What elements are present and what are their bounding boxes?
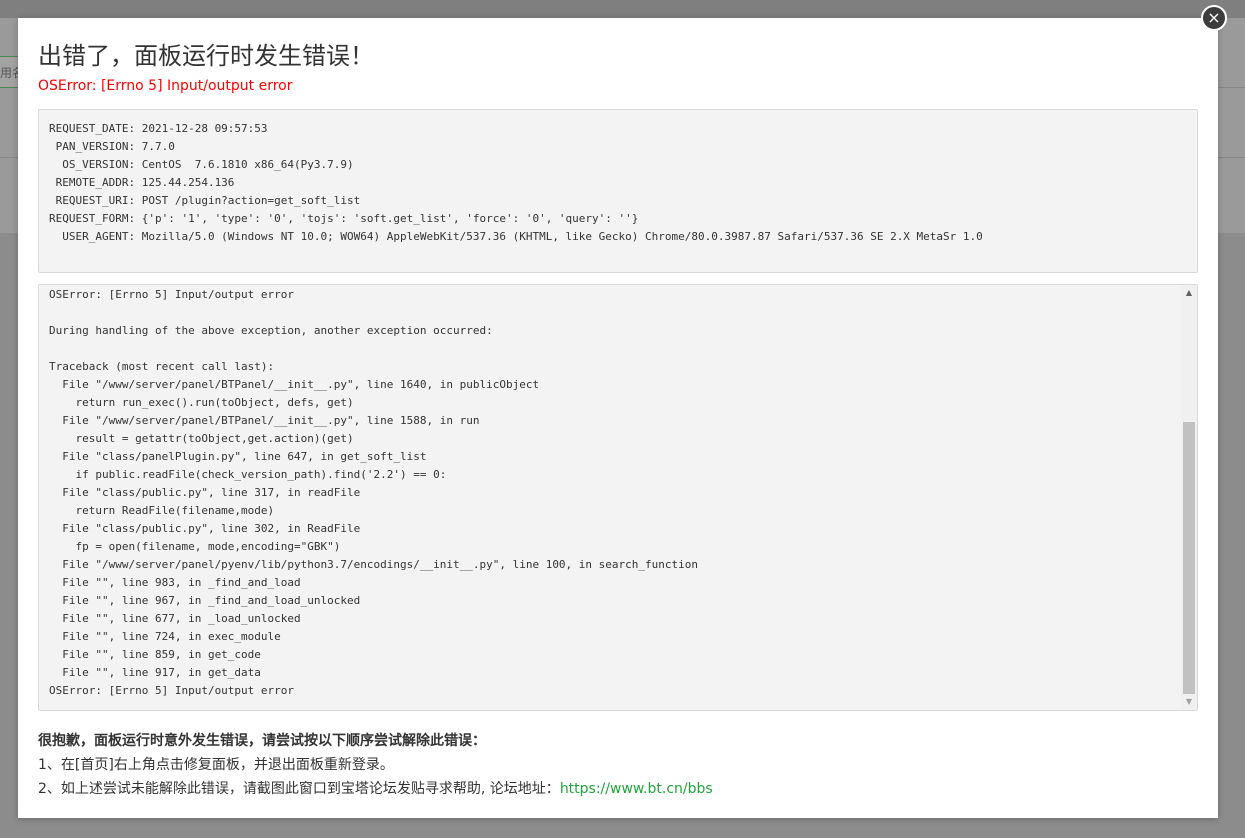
traceback-line: File "/www/server/panel/BTPanel/__init__… bbox=[49, 378, 540, 391]
request-info-box: REQUEST_DATE: 2021-12-28 09:57:53 PAN_VE… bbox=[38, 109, 1198, 273]
traceback-text: OSError: [Errno 5] Input/output error Du… bbox=[49, 286, 698, 700]
help-step-2-text: 2、如上述尝试未能解除此错误，请截图此窗口到宝塔论坛发贴寻求帮助, 论坛地址： bbox=[38, 781, 560, 797]
error-summary: OSError: [Errno 5] Input/output error bbox=[38, 78, 293, 94]
traceback-line: File "", line 859, in get_code bbox=[49, 648, 261, 661]
help-step-2: 2、如上述尝试未能解除此错误，请截图此窗口到宝塔论坛发贴寻求帮助, 论坛地址：h… bbox=[38, 777, 1198, 801]
help-title: 很抱歉，面板运行时意外发生错误，请尝试按以下顺序尝试解除此错误： bbox=[38, 733, 486, 749]
request-info-line: USER_AGENT: Mozilla/5.0 (Windows NT 10.0… bbox=[49, 230, 983, 243]
request-info-line: REQUEST_URI: POST /plugin?action=get_sof… bbox=[49, 194, 361, 207]
traceback-line bbox=[49, 340, 698, 358]
traceback-line: File "class/public.py", line 317, in rea… bbox=[49, 486, 361, 499]
traceback-line: Traceback (most recent call last): bbox=[49, 360, 275, 373]
traceback-line: OSError: [Errno 5] Input/output error bbox=[49, 684, 295, 697]
traceback-line: if public.readFile(check_version_path).f… bbox=[49, 468, 447, 481]
help-section: 很抱歉，面板运行时意外发生错误，请尝试按以下顺序尝试解除此错误： 1、在[首页]… bbox=[38, 729, 1198, 801]
request-info-line: REMOTE_ADDR: 125.44.254.136 bbox=[49, 176, 235, 189]
traceback-line: OSError: [Errno 5] Input/output error bbox=[49, 288, 295, 301]
traceback-line: return run_exec().run(toObject, defs, ge… bbox=[49, 396, 354, 409]
close-icon[interactable]: × bbox=[1201, 5, 1227, 31]
help-step-1: 1、在[首页]右上角点击修复面板，并退出面板重新登录。 bbox=[38, 757, 394, 773]
traceback-line: File "", line 967, in _find_and_load_unl… bbox=[49, 594, 361, 607]
background-top-bar bbox=[0, 0, 1245, 18]
forum-link[interactable]: https://www.bt.cn/bbs bbox=[560, 781, 713, 797]
scroll-up-arrow-icon[interactable]: ▲ bbox=[1181, 285, 1197, 301]
request-info-text: REQUEST_DATE: 2021-12-28 09:57:53 PAN_VE… bbox=[49, 120, 1187, 246]
traceback-scrollbar[interactable]: ▲ ▼ bbox=[1181, 285, 1197, 710]
traceback-line: File "class/panelPlugin.py", line 647, i… bbox=[49, 450, 427, 463]
traceback-line: File "/www/server/panel/pyenv/lib/python… bbox=[49, 558, 699, 571]
traceback-line: File "/www/server/panel/BTPanel/__init__… bbox=[49, 414, 480, 427]
request-info-line: OS_VERSION: CentOS 7.6.1810 x86_64(Py3.7… bbox=[49, 158, 354, 171]
traceback-line: File "", line 917, in get_data bbox=[49, 666, 261, 679]
scroll-down-arrow-icon[interactable]: ▼ bbox=[1181, 694, 1197, 710]
traceback-box[interactable]: OSError: [Errno 5] Input/output error Du… bbox=[38, 284, 1198, 711]
request-info-line: PAN_VERSION: 7.7.0 bbox=[49, 140, 175, 153]
traceback-line: File "", line 983, in _find_and_load bbox=[49, 576, 301, 589]
request-info-line: REQUEST_DATE: 2021-12-28 09:57:53 bbox=[49, 122, 268, 135]
traceback-line: fp = open(filename, mode,encoding="GBK") bbox=[49, 540, 341, 553]
traceback-line: File "class/public.py", line 302, in Rea… bbox=[49, 522, 361, 535]
traceback-line bbox=[49, 304, 698, 322]
traceback-line: return ReadFile(filename,mode) bbox=[49, 504, 275, 517]
traceback-line: During handling of the above exception, … bbox=[49, 324, 493, 337]
traceback-line: File "", line 677, in _load_unlocked bbox=[49, 612, 301, 625]
traceback-line: File "", line 724, in exec_module bbox=[49, 630, 281, 643]
modal-title: 出错了，面板运行时发生错误！ bbox=[38, 42, 374, 70]
error-modal: 出错了，面板运行时发生错误！ OSError: [Errno 5] Input/… bbox=[18, 18, 1218, 818]
traceback-line: result = getattr(toObject,get.action)(ge… bbox=[49, 432, 354, 445]
request-info-line: REQUEST_FORM: {'p': '1', 'type': '0', 't… bbox=[49, 212, 639, 225]
scrollbar-thumb[interactable] bbox=[1183, 422, 1195, 694]
